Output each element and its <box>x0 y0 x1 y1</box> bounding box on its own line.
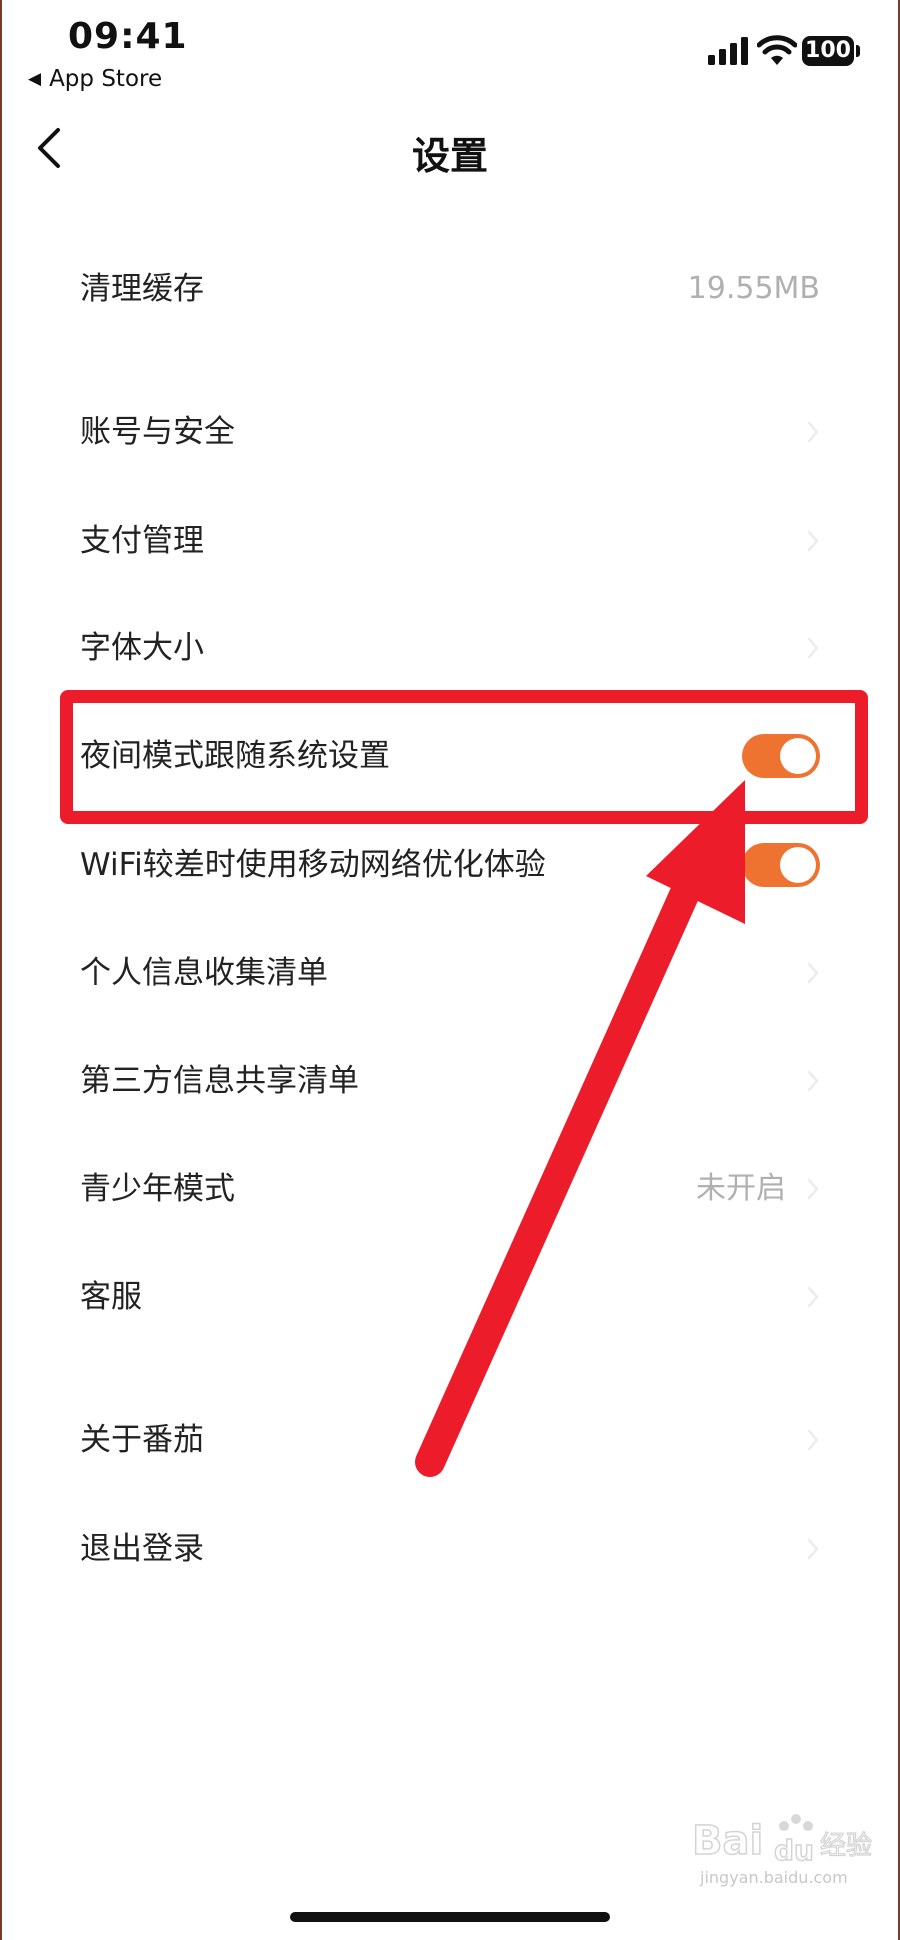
teen-mode-status: 未开启 <box>696 1171 786 1206</box>
status-time: 09:41 <box>68 16 188 57</box>
settings-row-customer-service[interactable]: 客服 <box>0 1249 900 1345</box>
toggle-knob <box>780 847 816 883</box>
row-label: 客服 <box>80 1279 142 1315</box>
back-triangle-icon: ◀ <box>28 69 42 89</box>
settings-row-wifi-optimize: WiFi较差时使用移动网络优化体验 <box>0 817 900 913</box>
row-label: 夜间模式跟随系统设置 <box>80 738 390 774</box>
back-to-app-store-link[interactable]: ◀ App Store <box>28 66 162 92</box>
row-label: 字体大小 <box>80 630 204 666</box>
row-label: 支付管理 <box>80 523 204 559</box>
row-label: 退出登录 <box>80 1531 204 1567</box>
settings-row-third-party[interactable]: 第三方信息共享清单 <box>0 1033 900 1129</box>
cellular-signal-icon <box>708 37 748 65</box>
toggle-knob <box>780 738 816 774</box>
night-mode-toggle[interactable] <box>742 734 820 778</box>
chevron-right-icon <box>807 637 819 659</box>
row-label: WiFi较差时使用移动网络优化体验 <box>80 847 546 883</box>
chevron-right-icon <box>807 1286 819 1308</box>
wifi-icon <box>757 35 797 65</box>
chevron-right-icon <box>807 1538 819 1560</box>
svg-text:du: du <box>774 1834 814 1867</box>
settings-row-payment[interactable]: 支付管理 <box>0 493 900 589</box>
status-bar: 09:41 ◀ App Store 100 <box>0 0 900 110</box>
settings-row-teen-mode[interactable]: 青少年模式 未开启 <box>0 1141 900 1237</box>
battery-tip <box>856 45 860 57</box>
chevron-right-icon <box>807 962 819 984</box>
row-label: 账号与安全 <box>80 414 235 450</box>
wifi-optimize-toggle[interactable] <box>742 843 820 887</box>
settings-row-night-mode: 夜间模式跟随系统设置 <box>0 708 900 804</box>
row-label: 关于番茄 <box>80 1422 204 1458</box>
baidu-jingyan-watermark-icon: Bai du 经验 <box>691 1814 873 1868</box>
settings-row-account-security[interactable]: 账号与安全 <box>0 384 900 480</box>
row-label: 清理缓存 <box>80 271 204 307</box>
chevron-right-icon <box>807 421 819 443</box>
chevron-right-icon <box>807 1178 819 1200</box>
back-app-label: App Store <box>49 66 163 92</box>
home-indicator[interactable] <box>290 1912 610 1922</box>
watermark-url: jingyan.baidu.com <box>700 1868 848 1887</box>
row-label: 个人信息收集清单 <box>80 955 328 991</box>
chevron-right-icon <box>807 1429 819 1451</box>
page-title: 设置 <box>411 134 488 178</box>
settings-row-logout[interactable]: 退出登录 <box>0 1501 900 1597</box>
svg-text:Bai: Bai <box>692 1818 763 1864</box>
settings-row-font-size[interactable]: 字体大小 <box>0 600 900 696</box>
settings-row-about[interactable]: 关于番茄 <box>0 1392 900 1488</box>
row-label: 青少年模式 <box>80 1171 235 1207</box>
battery-indicator: 100 <box>802 36 854 66</box>
cache-size-value: 19.55MB <box>687 271 820 306</box>
settings-row-clear-cache[interactable]: 清理缓存 19.55MB <box>0 241 900 337</box>
svg-text:经验: 经验 <box>820 1831 872 1861</box>
chevron-right-icon <box>807 1070 819 1092</box>
row-label: 第三方信息共享清单 <box>80 1063 359 1099</box>
chevron-right-icon <box>807 530 819 552</box>
settings-row-personal-info[interactable]: 个人信息收集清单 <box>0 925 900 1021</box>
